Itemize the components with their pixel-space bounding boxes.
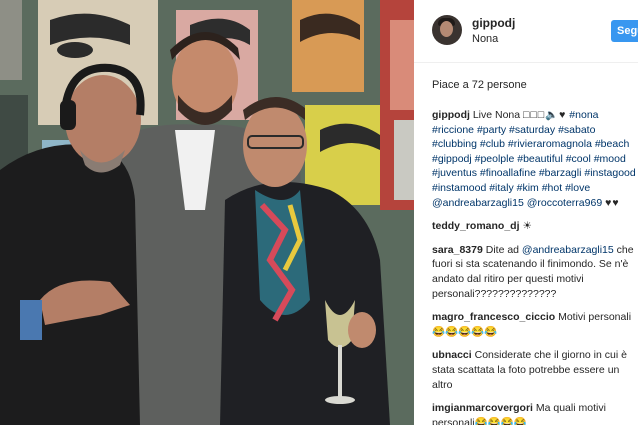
caption-username[interactable]: gippodj bbox=[432, 109, 470, 121]
avatar-face bbox=[440, 21, 453, 37]
comment-mention[interactable]: @andreabarzagli15 bbox=[522, 244, 614, 256]
comment: magro_francesco_ciccio Motivi personali😂… bbox=[432, 310, 636, 339]
location-link[interactable]: Nona bbox=[472, 33, 498, 45]
comment: imgianmarcovergori Ma quali motivi perso… bbox=[432, 401, 636, 425]
caption-mentions[interactable]: @andreabarzagli15 @roccoterra969 bbox=[432, 197, 602, 209]
comment-text: Dite ad bbox=[485, 243, 522, 256]
comment: sara_8379 Dite ad @andreabarzagli15 che … bbox=[432, 243, 636, 301]
comments-list: gippodj Live Nona □□□🔈♥ #nona #riccione … bbox=[432, 108, 636, 425]
caption-hashtags[interactable]: #nona #riccione #party #saturday #sabato… bbox=[432, 109, 636, 194]
likes-count[interactable]: Piace a 72 persone bbox=[432, 79, 527, 91]
comment-username[interactable]: imgianmarcovergori bbox=[432, 402, 533, 414]
comment-username[interactable]: teddy_romano_dj bbox=[432, 220, 520, 232]
caption-emoji: □□□🔈♥ bbox=[523, 109, 567, 121]
post-photo[interactable] bbox=[0, 0, 414, 425]
caption-hearts: ♥♥ bbox=[605, 196, 620, 209]
comment-username[interactable]: sara_8379 bbox=[432, 244, 483, 256]
post-sidebar: gippodj Nona Segui Piace a 72 persone gi… bbox=[414, 0, 638, 425]
username-link[interactable]: gippodj bbox=[472, 16, 515, 30]
comment: ubnacci Considerate che il giorno in cui… bbox=[432, 348, 636, 392]
comment-text: ☀ bbox=[522, 220, 532, 233]
post-image bbox=[0, 0, 414, 425]
comment: teddy_romano_dj ☀ bbox=[432, 219, 636, 234]
comment-username[interactable]: ubnacci bbox=[432, 349, 472, 361]
caption-text: Live Nona bbox=[472, 109, 524, 121]
avatar[interactable] bbox=[432, 15, 462, 45]
comment-username[interactable]: magro_francesco_ciccio bbox=[432, 311, 555, 323]
follow-button[interactable]: Segui bbox=[611, 20, 638, 42]
post-header: gippodj Nona Segui bbox=[414, 0, 638, 63]
caption: gippodj Live Nona □□□🔈♥ #nona #riccione … bbox=[432, 108, 636, 210]
